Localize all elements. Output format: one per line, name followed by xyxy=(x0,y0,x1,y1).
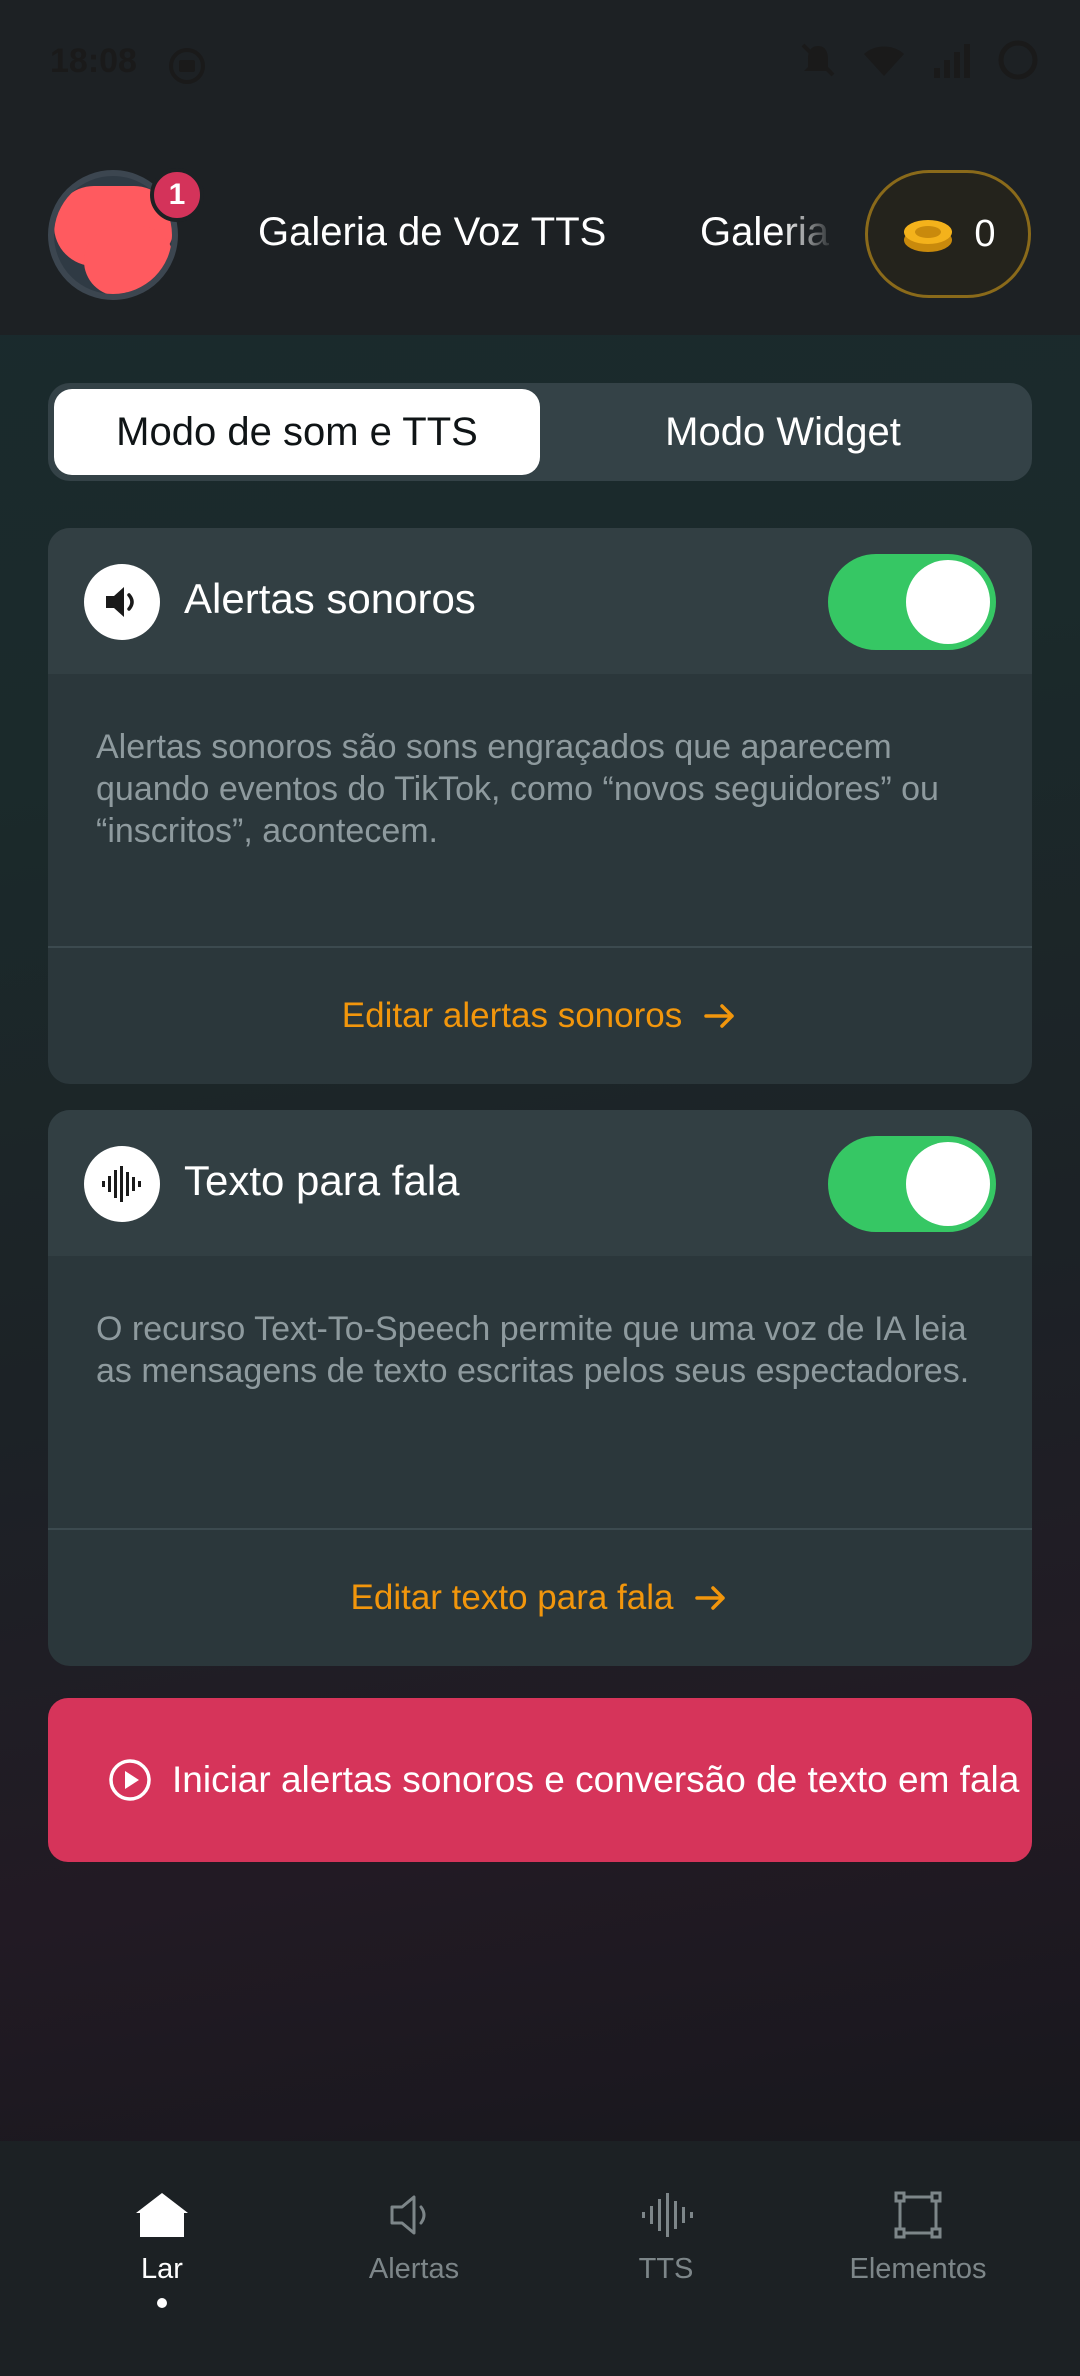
status-bar: 18:08 xyxy=(0,0,1080,130)
bottom-nav: Lar Alertas TTS Elementos xyxy=(0,2141,1080,2376)
coin-icon xyxy=(904,220,953,252)
toggle-knob xyxy=(906,560,990,644)
arrow-right-icon xyxy=(704,1004,734,1028)
notification-badge: 1 xyxy=(150,168,204,222)
coin-count: 0 xyxy=(974,212,996,255)
app-header: 1 Galeria de Voz TTS Galeria 0 xyxy=(0,130,1080,335)
nav-alerts[interactable]: Alertas xyxy=(314,2189,514,2286)
battery-ring-icon xyxy=(998,40,1038,80)
card-title: Alertas sonoros xyxy=(184,575,476,622)
mode-switch: Modo de som e TTS Modo Widget xyxy=(48,383,1032,481)
sound-alerts-toggle[interactable] xyxy=(828,554,996,650)
play-circle-icon xyxy=(109,1759,151,1801)
speaker-outline-icon xyxy=(390,2195,426,2235)
nav-elements[interactable]: Elementos xyxy=(818,2189,1018,2286)
mode-sound-tts-button[interactable]: Modo de som e TTS xyxy=(54,389,540,475)
tts-card: Texto para fala O recurso Text-To-Speech… xyxy=(48,1110,1032,1666)
nav-label: Lar xyxy=(141,2253,183,2285)
mode-widget-button[interactable]: Modo Widget xyxy=(540,389,1026,475)
link-label: Editar texto para fala xyxy=(350,1578,674,1617)
elements-icon xyxy=(894,2191,942,2239)
status-time: 18:08 xyxy=(50,42,137,80)
nav-label: Elementos xyxy=(849,2253,987,2285)
waveform-icon xyxy=(84,1146,160,1222)
card-description: Alertas sonoros são sons engraçados que … xyxy=(96,728,939,850)
edit-sound-alerts-link[interactable]: Editar alertas sonoros xyxy=(48,948,1032,1084)
arrow-right-icon xyxy=(695,1586,726,1610)
edit-tts-link[interactable]: Editar texto para fala xyxy=(48,1530,1032,1666)
toggle-knob xyxy=(906,1142,990,1226)
start-alerts-tts-button[interactable]: Iniciar alertas sonoros e conversão de t… xyxy=(48,1698,1032,1862)
tab-voice-gallery[interactable]: Galeria de Voz TTS xyxy=(258,210,606,255)
tts-toggle[interactable] xyxy=(828,1136,996,1232)
nav-label: Alertas xyxy=(368,2253,460,2285)
card-title: Texto para fala xyxy=(184,1157,460,1204)
sound-alerts-card: Alertas sonoros Alertas sonoros são sons… xyxy=(48,528,1032,1084)
avatar-redaction xyxy=(84,226,172,294)
home-icon xyxy=(136,2193,188,2237)
speaker-icon xyxy=(84,564,160,640)
link-label: Editar alertas sonoros xyxy=(341,996,683,1035)
nav-label: TTS xyxy=(638,2253,694,2285)
coins-button[interactable]: 0 xyxy=(865,170,1031,298)
nav-home[interactable]: Lar xyxy=(62,2189,262,2308)
status-icons xyxy=(798,38,1040,82)
nav-tts[interactable]: TTS xyxy=(566,2189,766,2286)
bell-muted-icon xyxy=(801,43,835,77)
card-header: Alertas sonoros xyxy=(48,528,1032,674)
signal-icon xyxy=(934,44,970,78)
card-description: O recurso Text-To-Speech permite que uma… xyxy=(96,1310,970,1390)
card-header: Texto para fala xyxy=(48,1110,1032,1256)
tab-gallery[interactable]: Galeria xyxy=(700,210,835,255)
active-indicator xyxy=(157,2298,167,2308)
wifi-icon xyxy=(864,46,904,76)
start-button-label: Iniciar alertas sonoros e conversão de t… xyxy=(172,1759,1020,1800)
waveform-icon xyxy=(642,2193,693,2237)
media-icon xyxy=(169,48,205,84)
